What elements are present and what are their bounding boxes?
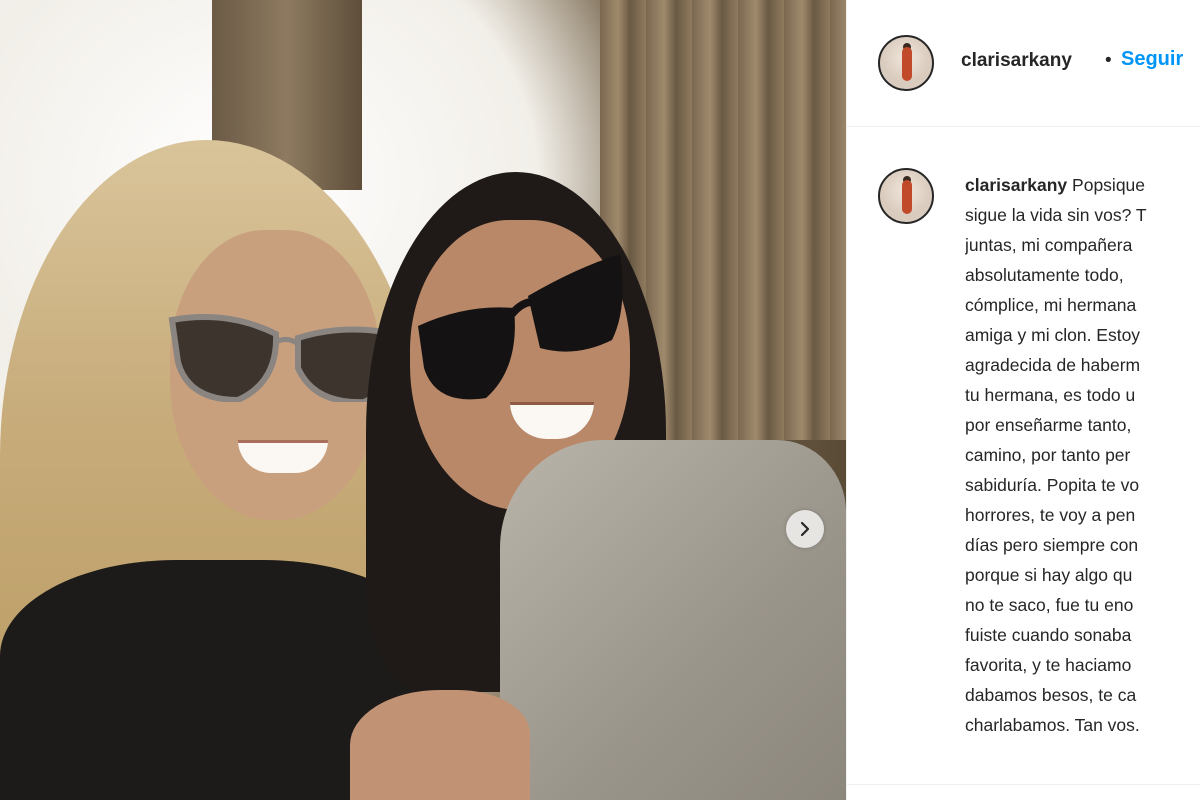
caption-line: tu hermana, es todo u [965,385,1136,405]
photo-woman-right-shirt [500,440,846,800]
divider [847,784,1200,785]
caption-first-line: clarisarkany Popsique [965,170,1200,200]
follow-button[interactable]: Seguir [1121,48,1183,71]
caption-line: no te saco, fue tu eno [965,595,1134,615]
caption-line: agradecida de haberm [965,355,1141,375]
avatar[interactable] [878,35,934,91]
avatar-figure [902,180,912,214]
separator-dot: • [1105,50,1112,71]
caption-line: por enseñarme tanto, [965,415,1132,435]
avatar-figure [902,47,912,81]
caption-line: días pero siempre con [965,535,1139,555]
caption-line: absolutamente todo, [965,265,1124,285]
caption-line: charlabamos. Tan vos. [965,715,1140,735]
photo-hands [350,690,530,800]
caption-line: fuiste cuando sonaba [965,625,1132,645]
caption-line: dabamos besos, te ca [965,685,1137,705]
post-side-panel: clarisarkany • Seguir clarisarkany Popsi… [846,0,1200,800]
caption-line: sabiduría. Popita te vo [965,475,1140,495]
post-photo[interactable] [0,0,846,800]
post-caption: clarisarkany Popsique sigue la vida sin … [965,170,1200,780]
caption-line: favorita, y te haciamo [965,655,1132,675]
caption-line: juntas, mi compañera [965,235,1133,255]
photo-sunglasses-right [418,254,623,400]
caption-line: amiga y mi clon. Estoy [965,325,1141,345]
caption-line: horrores, te voy a pen [965,505,1136,525]
caption-text-start: Popsique [1072,175,1146,195]
caption-avatar[interactable] [878,168,934,224]
caption-line: cómplice, mi hermana [965,295,1137,315]
caption-line: camino, por tanto per [965,445,1131,465]
next-photo-button[interactable] [786,510,824,548]
username-link[interactable]: clarisarkany [961,50,1072,72]
chevron-right-icon [800,521,810,537]
post-header: clarisarkany • Seguir [847,0,1200,127]
caption-line: porque si hay algo qu [965,565,1133,585]
caption-line: sigue la vida sin vos? T [965,205,1147,225]
caption-username-link[interactable]: clarisarkany [965,175,1067,195]
